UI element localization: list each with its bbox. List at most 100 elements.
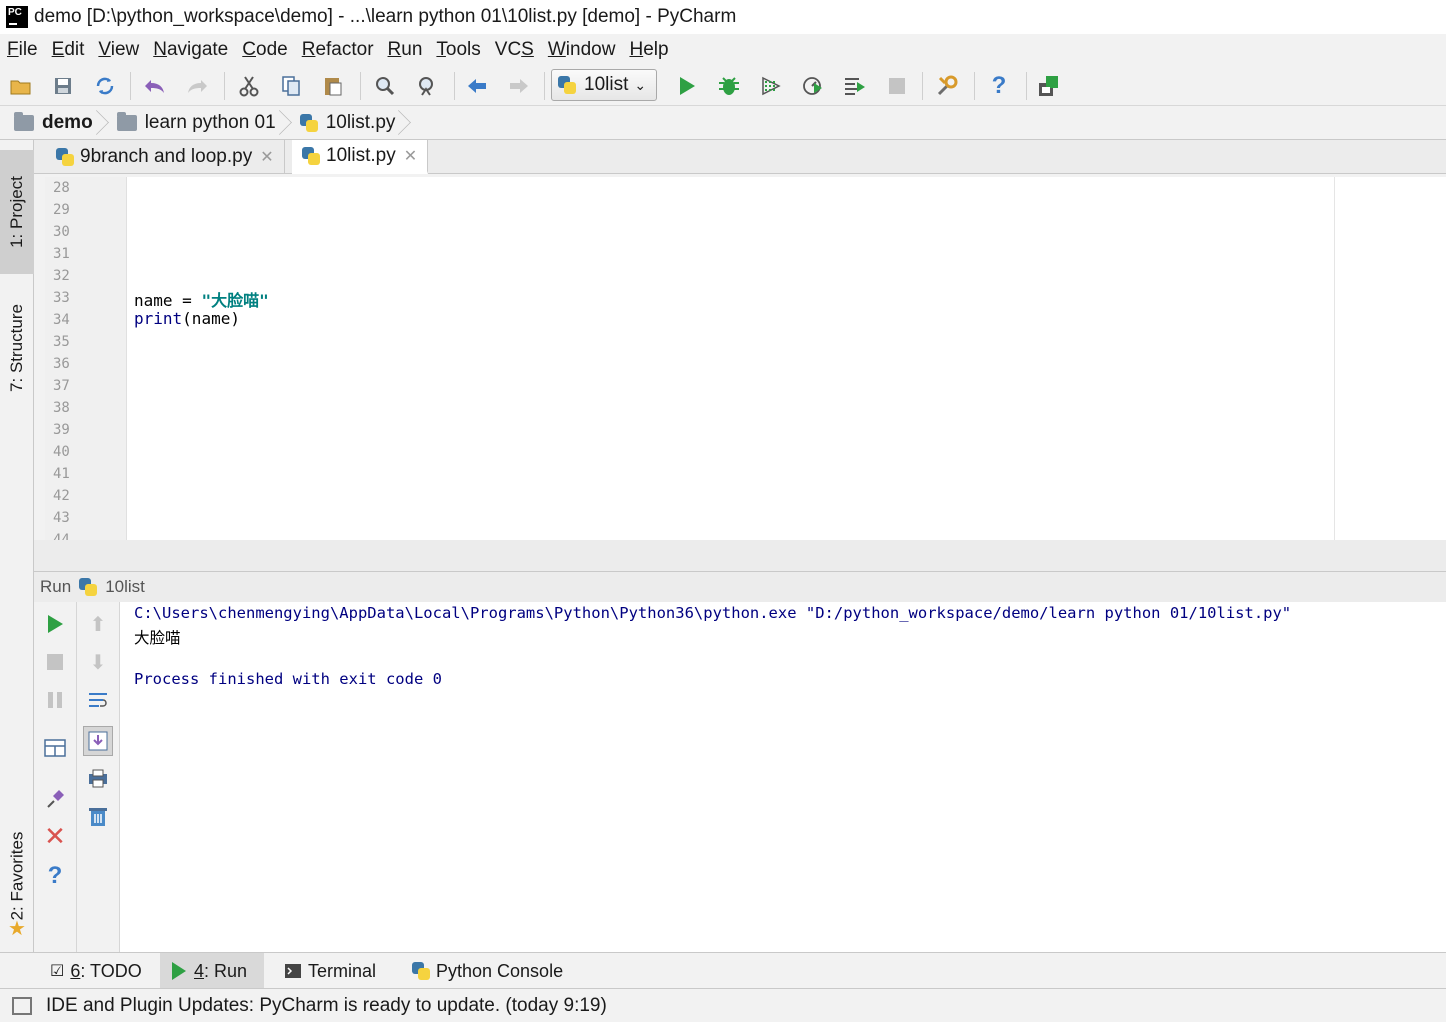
string-literal: "大脸喵" [201,291,269,310]
stop-icon[interactable] [884,74,910,98]
scroll-to-end-icon[interactable] [83,726,113,756]
code-editor[interactable]: name = "大脸喵" print(name) [127,177,1446,540]
tab-10list[interactable]: 10list.py ✕ [292,140,429,174]
breadcrumb: demo learn python 01 10list.py [0,106,1446,140]
menu-window[interactable]: Window [541,39,623,61]
run-coverage-icon[interactable] [758,74,784,98]
help-icon[interactable]: ? [986,72,1012,99]
concurrency-diagram-icon[interactable] [842,74,868,98]
menu-mnemonic: H [629,39,644,60]
menu-code[interactable]: Code [235,39,294,61]
tab-label: : TODO [80,960,142,981]
down-arrow-icon[interactable]: ⬇ [86,650,110,674]
breadcrumb-project[interactable]: demo [0,106,103,140]
clear-trash-icon[interactable] [86,804,110,828]
pause-icon[interactable] [43,688,67,712]
run-toolbar-primary: ✕ ? [34,602,77,952]
bottom-tool-tabs: ☑ 6: TODO 4: Run Terminal Python Console [0,952,1446,989]
breadcrumb-folder[interactable]: learn python 01 [103,106,286,140]
breadcrumb-file[interactable]: 10list.py [286,106,406,140]
up-arrow-icon[interactable]: ⬆ [86,612,110,636]
run-console-output[interactable]: C:\Users\chenmengying\AppData\Local\Prog… [120,602,1446,952]
replace-icon[interactable] [414,74,440,98]
tab-project[interactable]: 1: Project [0,150,34,274]
sync-icon[interactable] [92,74,118,98]
tab-run[interactable]: 4: Run [160,953,264,989]
builtin-function: print [134,309,183,328]
menu-vcs[interactable]: VCS [488,39,541,61]
menu-refactor[interactable]: Refactor [295,39,381,61]
profile-icon[interactable] [800,74,826,98]
run-icon[interactable] [674,74,700,98]
menu-label: dit [64,39,85,60]
line-number: 34 [53,312,70,328]
menu-label: ile [18,39,38,60]
menu-file[interactable]: File [0,39,45,61]
status-message[interactable]: IDE and Plugin Updates: PyCharm is ready… [46,995,607,1017]
tab-label: 10list.py [326,144,396,166]
restore-layout-icon[interactable] [43,736,67,760]
menu-tools[interactable]: Tools [429,39,487,61]
code-line-33[interactable]: name = "大脸喵" [134,287,269,311]
run-config-label: 10list [584,74,629,95]
console-exit-message: Process finished with exit code 0 [134,670,442,688]
line-number: 42 [53,488,70,504]
line-number: 33 [53,290,70,306]
help-icon[interactable]: ? [43,862,67,889]
close-icon[interactable]: ✕ [404,146,417,166]
settings-wrench-icon[interactable] [934,74,960,98]
soft-wrap-icon[interactable] [86,688,110,712]
window-title: demo [D:\python_workspace\demo] - ...\le… [34,6,737,27]
menu-view[interactable]: View [91,39,146,61]
close-run-icon[interactable]: ✕ [43,821,67,851]
cut-icon[interactable] [236,74,262,98]
save-icon[interactable] [50,74,76,98]
find-icon[interactable] [372,74,398,98]
pin-icon[interactable] [43,786,67,810]
debug-icon[interactable] [716,74,742,98]
print-icon[interactable] [86,766,110,790]
menu-edit[interactable]: Edit [45,39,92,61]
tab-9branch-and-loop[interactable]: 9branch and loop.py ✕ [46,140,285,174]
menu-run[interactable]: Run [381,39,430,61]
tab-terminal[interactable]: Terminal [274,953,386,989]
menu-mnemonic: T [436,39,446,60]
paste-icon[interactable] [320,74,346,98]
line-number: 39 [53,422,70,438]
menu-label: ode [256,39,288,60]
tab-label: Terminal [308,960,377,981]
run-config-tab[interactable]: 10list [105,577,145,597]
panel-title: Run [40,577,72,596]
undo-icon[interactable] [142,74,168,98]
toggle-tool-windows-icon[interactable] [12,996,32,1015]
open-folder-icon[interactable] [8,74,34,98]
line-number: 44 [53,532,70,540]
tab-todo[interactable]: ☑ 6: TODO [40,953,152,989]
terminal-icon [285,964,301,978]
menu-help[interactable]: Help [622,39,675,61]
rerun-icon[interactable] [43,612,67,636]
folder-icon [116,111,137,131]
line-number: 36 [53,356,70,372]
copy-icon[interactable] [278,74,304,98]
vcs-plugin-icon[interactable] [1036,74,1062,98]
close-icon[interactable]: ✕ [260,147,273,167]
code-line-34[interactable]: print(name) [134,309,240,328]
menu-navigate[interactable]: Navigate [146,39,235,61]
menu-label: un [401,39,423,60]
menu-mnemonic: R [387,39,402,60]
stop-icon[interactable] [43,650,67,674]
right-margin-guide [1334,177,1335,540]
run-configuration-select[interactable]: 10list ⌄ [551,69,657,101]
redo-icon[interactable] [184,74,210,98]
back-arrow-icon[interactable] [464,74,490,98]
run-icon [172,962,186,980]
tab-structure[interactable]: 7: Structure [0,288,34,408]
forward-arrow-icon[interactable] [506,74,532,98]
tab-python-console[interactable]: Python Console [402,953,573,989]
line-number: 30 [53,224,70,240]
star-icon: ★ [8,918,26,940]
menu-mnemonic: E [51,39,65,60]
menu-bar: File Edit View Navigate Code Refactor Ru… [0,34,1446,66]
line-number: 31 [53,246,70,262]
